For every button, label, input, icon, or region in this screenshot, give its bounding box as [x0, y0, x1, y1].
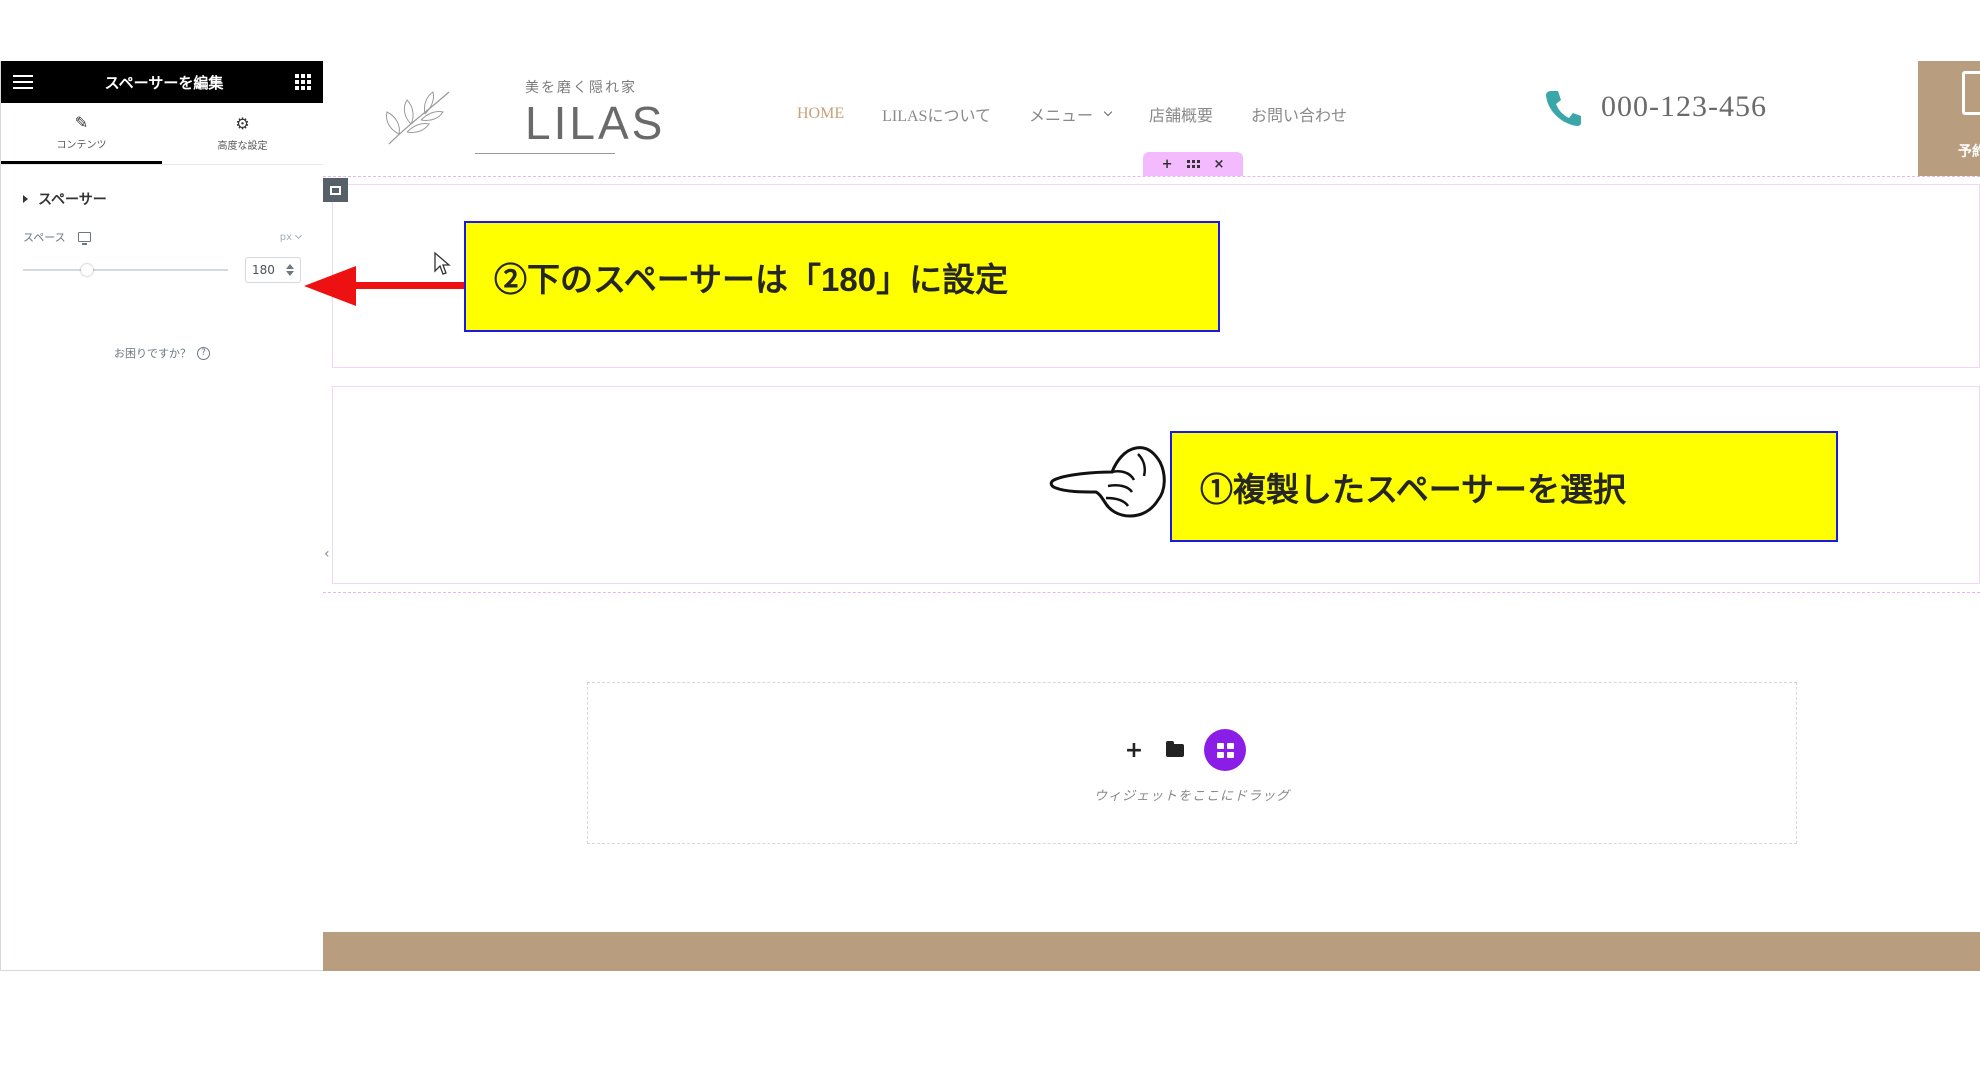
panel-title: スペーサーを編集 [104, 73, 224, 92]
help-text: お困りですか？ [114, 347, 191, 360]
nav-shop-info-label: 店舗概要 [1148, 108, 1213, 125]
chevron-down-icon [294, 231, 303, 240]
main-nav: HOME LILASについて メニュー 店舗概要 お問い合わせ [797, 102, 1347, 126]
close-section-icon[interactable]: × [1214, 157, 1225, 172]
space-slider-row: 180 [1, 257, 323, 283]
space-control-header: スペース px [1, 229, 323, 245]
column-handle-icon[interactable] [323, 178, 348, 202]
nav-shop-info[interactable]: 店舗概要 [1149, 102, 1213, 126]
space-label: スペース [23, 231, 66, 244]
phone-link[interactable]: 000-123-456 [1543, 87, 1767, 127]
slider-handle[interactable] [81, 264, 93, 276]
logo-underline [475, 153, 615, 154]
pencil-icon: ✎ [74, 112, 89, 132]
nav-about[interactable]: LILASについて [882, 102, 991, 126]
nav-about-label: LILASについて [882, 108, 991, 125]
tab-content[interactable]: ✎ コンテンツ [1, 103, 162, 164]
panel-tabs: ✎ コンテンツ ⚙ 高度な設定 [1, 103, 323, 165]
help-link[interactable]: お困りですか？ ? [1, 345, 323, 361]
red-arrow-icon [304, 266, 466, 306]
hamburger-menu-icon[interactable] [13, 75, 33, 89]
nav-home[interactable]: HOME [797, 102, 844, 126]
phone-icon [1546, 91, 1581, 126]
leaf-branch-icon [386, 91, 450, 145]
tab-advanced[interactable]: ⚙ 高度な設定 [162, 103, 323, 164]
desktop-responsive-icon[interactable] [77, 232, 91, 245]
tab-content-label: コンテンツ [56, 139, 107, 151]
grid-icon [1216, 742, 1234, 758]
section-outline-bottom [323, 592, 1980, 593]
logo-name: LILAS [525, 97, 666, 149]
phone-device-icon [1962, 71, 1980, 115]
drag-handle-icon[interactable] [1186, 160, 1200, 168]
section-title: スペーサー [38, 192, 107, 208]
widget-drop-zone[interactable]: + ウィジェットをここにドラッグ [587, 682, 1797, 844]
structure-grid-button[interactable] [1204, 729, 1246, 771]
add-section-button[interactable]: + [1122, 738, 1146, 763]
collapse-panel-icon[interactable]: ‹ [324, 546, 330, 562]
section-outline-top [323, 176, 1980, 177]
gear-icon: ⚙ [235, 114, 250, 133]
logo-tagline: 美を磨く隠れ家 [525, 80, 637, 96]
screen: スペーサーを編集 ✎ コンテンツ ⚙ 高度な設定 スペーサー スペース px 1… [0, 0, 1980, 1080]
editor-panel: スペーサーを編集 ✎ コンテンツ ⚙ 高度な設定 スペーサー スペース px 1… [0, 61, 323, 971]
callout-step1-text: ①複製したスペーサーを選択 [1200, 470, 1627, 508]
space-number-input[interactable]: 180 [245, 257, 301, 283]
drop-zone-text: ウィジェットをここにドラッグ [1093, 789, 1290, 804]
callout-step2-text: ②下のスペーサーは「180」に設定 [494, 260, 1009, 298]
add-section-icon[interactable]: + [1162, 157, 1173, 172]
callout-step2: ②下のスペーサーは「180」に設定 [464, 221, 1220, 332]
section-toggle-spacer[interactable]: スペーサー [1, 189, 323, 209]
footer-band [323, 932, 1980, 971]
caret-right-icon [23, 195, 28, 203]
apps-grid-icon[interactable] [295, 74, 311, 90]
help-circle-icon: ? [197, 346, 210, 360]
reserve-button[interactable]: 予約 [1918, 61, 1980, 176]
spinner-icon[interactable] [286, 264, 294, 276]
nav-menu[interactable]: メニュー [1028, 102, 1113, 126]
nav-menu-label: メニュー [1028, 108, 1093, 125]
site-logo[interactable]: 美を磨く隠れ家 LILAS [379, 74, 662, 154]
tab-advanced-label: 高度な設定 [217, 141, 268, 152]
callout-step1: ①複製したスペーサーを選択 [1170, 431, 1838, 542]
section-handle[interactable]: + × [1143, 152, 1243, 176]
nav-contact[interactable]: お問い合わせ [1251, 102, 1347, 126]
unit-select[interactable]: px [279, 231, 303, 243]
unit-value: px [279, 231, 292, 243]
pointing-hand-icon [1049, 446, 1166, 518]
template-folder-icon[interactable] [1166, 740, 1184, 757]
reserve-label: 予約 [1958, 144, 1980, 160]
space-slider[interactable] [23, 264, 228, 276]
phone-number: 000-123-456 [1601, 90, 1767, 123]
nav-home-label: HOME [797, 105, 845, 122]
nav-contact-label: お問い合わせ [1251, 108, 1348, 125]
space-value: 180 [252, 263, 275, 277]
drop-zone-buttons: + [1122, 729, 1246, 771]
panel-header: スペーサーを編集 [1, 61, 323, 103]
chevron-down-icon [1103, 107, 1113, 117]
